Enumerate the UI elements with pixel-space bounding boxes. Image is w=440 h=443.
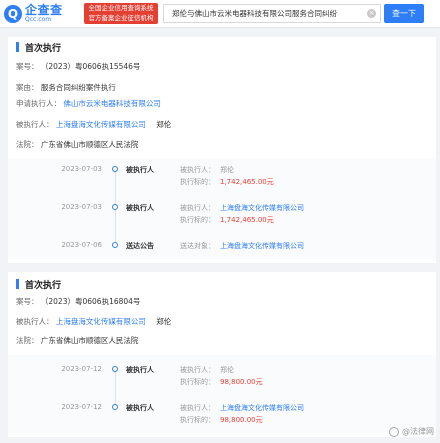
timeline: 2023-07-03 被执行人 被执行人： 郑伦 执行标的： 1,742,465…	[8, 159, 436, 259]
timeline-dot	[112, 404, 118, 410]
case-title: 首次执行	[16, 277, 61, 291]
logo[interactable]: Q 企查查 Qcc.com	[4, 3, 63, 24]
respondent-person[interactable]: 郑伦	[156, 317, 171, 326]
case-title: 首次执行	[16, 40, 61, 54]
timeline-dot	[112, 204, 118, 210]
respondent-link[interactable]: 上海盘海文化传媒有限公司	[56, 317, 146, 326]
weibo-icon	[389, 426, 399, 437]
respondent: 被执行人： 上海盘海文化传媒有限公司 郑伦	[16, 120, 172, 129]
respondent: 被执行人： 上海盘海文化传媒有限公司 郑伦	[16, 317, 172, 326]
case-number: 案号： （2023）粤0606执16804号	[16, 297, 141, 306]
case-card-1: 首次执行 案号： （2023）粤0606执15546号 案由： 服务合同纠纷案件…	[8, 37, 436, 263]
court: 法院： 广东省佛山市顺德区人民法院	[16, 140, 139, 149]
search-button[interactable]: 查一下	[384, 4, 424, 23]
clear-icon[interactable]: ×	[367, 9, 376, 18]
timeline-dot	[112, 242, 118, 248]
timeline: 2023-07-12 被执行人 被执行人： 郑伦 执行标的： 98,800.00…	[8, 355, 436, 433]
case-cause: 案由： 服务合同纠纷案件执行	[16, 83, 116, 92]
court: 法院： 广东省佛山市顺德区人民法院	[16, 336, 139, 345]
case-card-2: 首次执行 案号： （2023）粤0606执16804号 被执行人： 上海盘海文化…	[8, 272, 436, 437]
respondent-link[interactable]: 上海盘海文化传媒有限公司	[56, 120, 146, 129]
logo-name: 企查查	[25, 3, 63, 17]
timeline-dot	[112, 366, 118, 372]
logo-icon: Q	[4, 4, 22, 23]
logo-domain: Qcc.com	[25, 16, 52, 23]
certification-badge: 全国企业信用查询系统 官方备案企业征信机构	[84, 3, 158, 24]
applicant-link[interactable]: 佛山市云米电器科技有限公司	[63, 99, 161, 108]
respondent-person[interactable]: 郑伦	[156, 120, 171, 129]
watermark: @法律网	[389, 426, 434, 437]
timeline-dot	[112, 166, 118, 172]
top-bar: Q 企查查 Qcc.com 全国企业信用查询系统 官方备案企业征信机构 郑伦与佛…	[0, 0, 440, 28]
timeline-line	[114, 369, 116, 409]
applicant: 申请执行人： 佛山市云米电器科技有限公司	[16, 99, 161, 108]
case-number: 案号： （2023）粤0606执15546号	[16, 62, 141, 71]
search-input[interactable]: 郑伦与佛山市云米电器科技有限公司服务合同纠纷 ×	[163, 4, 381, 23]
